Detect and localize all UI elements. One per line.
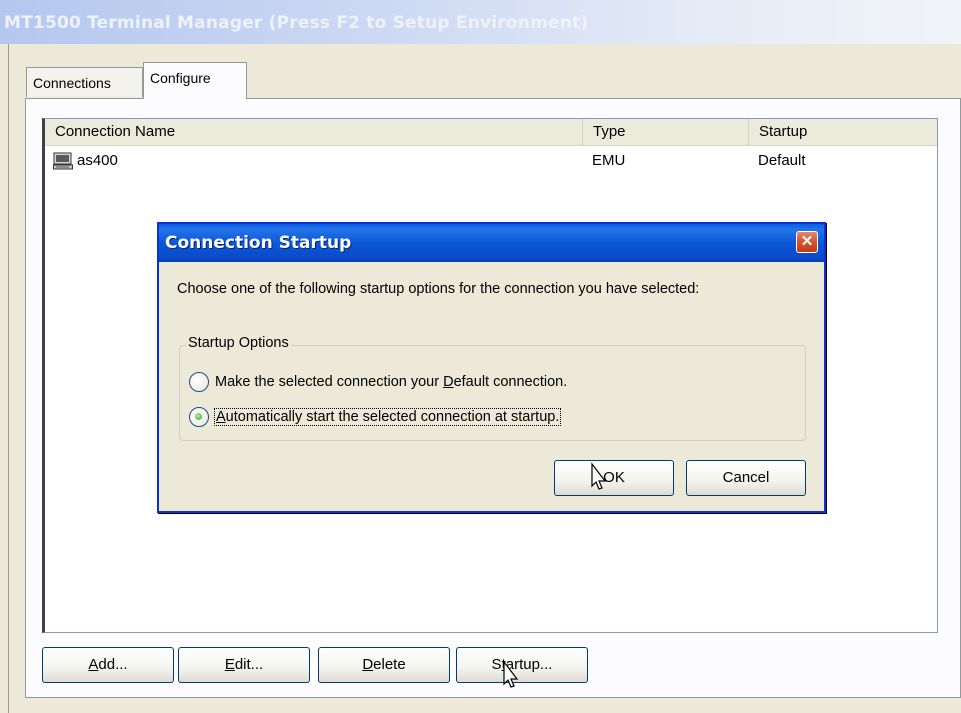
column-header-type[interactable]: Type bbox=[583, 119, 749, 145]
option-default-accel: D bbox=[443, 374, 454, 390]
delete-button-text-post: elete bbox=[373, 656, 406, 673]
startup-button[interactable]: Startup... bbox=[456, 647, 588, 683]
edit-button[interactable]: Edit... bbox=[178, 647, 310, 683]
close-icon[interactable]: ✕ bbox=[796, 231, 818, 253]
delete-button[interactable]: Delete bbox=[318, 647, 450, 683]
list-header: Connection Name Type Startup bbox=[45, 119, 937, 146]
add-button-accel: A bbox=[88, 656, 99, 673]
ok-button-text-post: K bbox=[614, 469, 625, 486]
dialog-title: Connection Startup bbox=[165, 233, 352, 253]
radio-auto-start[interactable] bbox=[189, 407, 209, 427]
startup-button-text-pre: S bbox=[491, 656, 502, 673]
add-button[interactable]: Add... bbox=[42, 647, 174, 683]
radio-default-connection[interactable] bbox=[189, 372, 209, 392]
window-title: MT1500 Terminal Manager (Press F2 to Set… bbox=[4, 13, 589, 33]
window-title-bar: MT1500 Terminal Manager (Press F2 to Set… bbox=[0, 0, 961, 44]
option-default-text-post: efault connection. bbox=[453, 374, 568, 390]
delete-button-accel: D bbox=[362, 656, 374, 673]
cell-startup: Default bbox=[758, 152, 806, 169]
dialog-message: Choose one of the following startup opti… bbox=[177, 281, 700, 297]
column-header-connection-name[interactable]: Connection Name bbox=[45, 119, 583, 145]
cell-connection-name: as400 bbox=[53, 149, 118, 173]
option-auto-start[interactable]: Automatically start the selected connect… bbox=[189, 407, 562, 427]
option-default-text-pre: Make the selected connection your bbox=[215, 374, 444, 390]
column-header-startup[interactable]: Startup bbox=[749, 119, 949, 145]
edit-button-text-post: dit... bbox=[234, 656, 264, 673]
group-label: Startup Options bbox=[186, 335, 291, 351]
startup-button-text-post: artup... bbox=[505, 656, 553, 673]
cell-type: EMU bbox=[592, 152, 626, 169]
add-button-text-post: dd... bbox=[98, 656, 128, 673]
option-auto-start-label: Automatically start the selected connect… bbox=[213, 408, 562, 426]
tab-connections[interactable]: Connections bbox=[26, 67, 143, 97]
option-auto-start-text-post: utomatically start the selected connecti… bbox=[225, 409, 560, 425]
cancel-button[interactable]: Cancel bbox=[686, 460, 806, 496]
ok-button[interactable]: OK bbox=[554, 460, 674, 496]
terminal-icon bbox=[53, 152, 73, 170]
option-auto-start-accel: A bbox=[216, 409, 226, 425]
dialog-title-bar[interactable]: Connection Startup ✕ bbox=[159, 224, 824, 262]
option-default-label: Make the selected connection your Defaul… bbox=[215, 374, 567, 390]
option-default-connection[interactable]: Make the selected connection your Defaul… bbox=[189, 372, 567, 392]
ok-button-text-pre: O bbox=[603, 469, 615, 486]
edit-button-accel: E bbox=[224, 656, 235, 673]
tab-configure[interactable]: Configure bbox=[143, 62, 247, 99]
table-row[interactable]: as400 EMU Default bbox=[45, 149, 937, 173]
connection-name-text: as400 bbox=[77, 152, 118, 169]
connection-startup-dialog: Connection Startup ✕ Choose one of the f… bbox=[157, 222, 826, 513]
